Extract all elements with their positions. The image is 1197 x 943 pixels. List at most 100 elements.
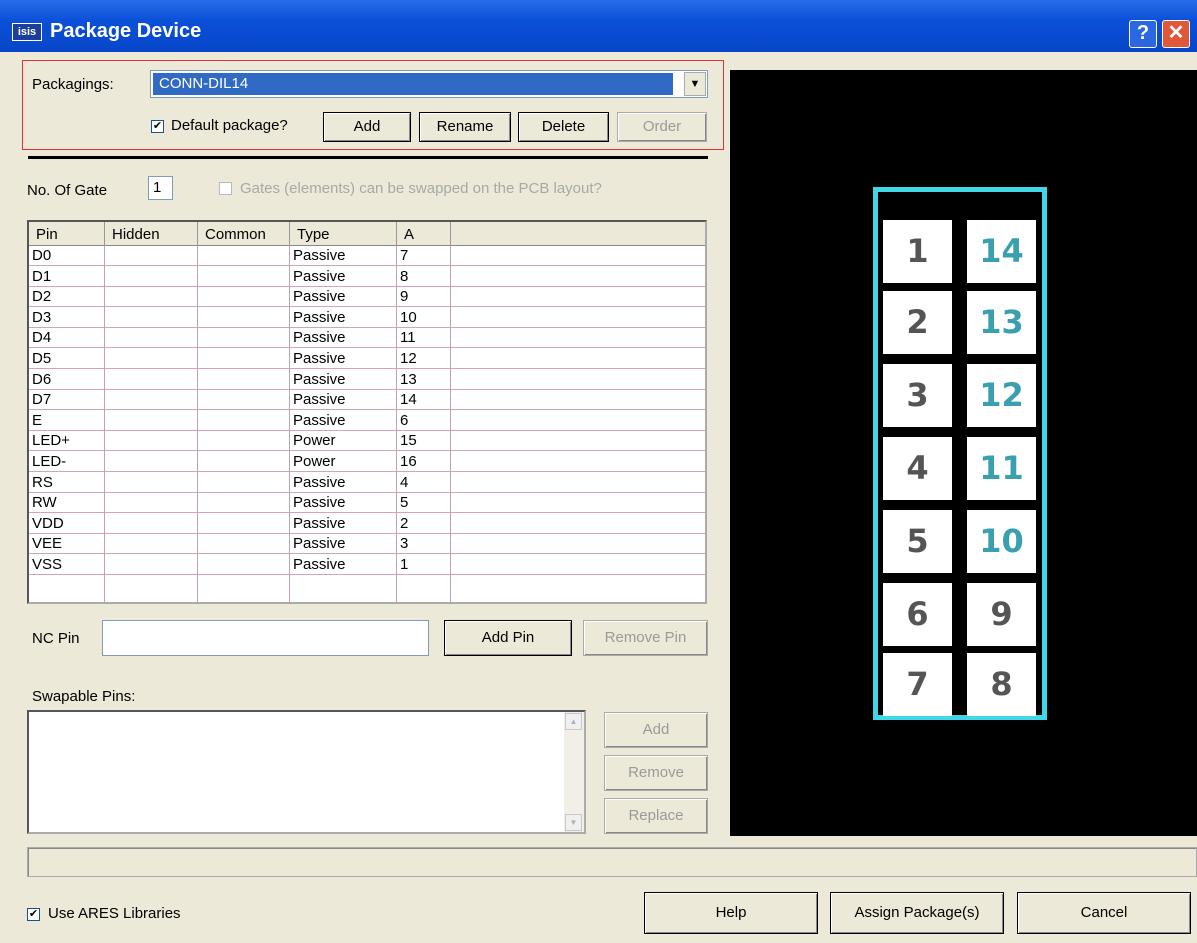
table-cell: [105, 431, 198, 452]
column-type[interactable]: Type: [290, 222, 397, 246]
table-cell: [105, 390, 198, 411]
table-row[interactable]: RW Passive 5: [29, 493, 705, 514]
table-cell-a: 6: [397, 410, 451, 431]
gate-count-input[interactable]: 1: [148, 176, 173, 200]
table-row[interactable]: D0 Passive 7: [29, 246, 705, 266]
column-a[interactable]: A: [397, 222, 451, 246]
column-hidden[interactable]: Hidden: [105, 222, 198, 246]
rename-package-button[interactable]: Rename: [419, 112, 511, 142]
table-row[interactable]: E Passive 6: [29, 410, 705, 431]
table-cell: [198, 266, 290, 287]
table-cell-type: Passive: [290, 246, 397, 266]
table-row[interactable]: VSS Passive 1: [29, 555, 705, 575]
swap-add-button[interactable]: Add: [604, 712, 708, 748]
close-icon[interactable]: ✕: [1162, 20, 1190, 48]
table-cell: [105, 513, 198, 534]
cancel-button[interactable]: Cancel: [1017, 892, 1191, 934]
help-button[interactable]: Help: [644, 892, 818, 934]
table-cell: [105, 349, 198, 369]
table-cell: [105, 493, 198, 514]
pad: 12: [967, 364, 1036, 427]
table-cell-type: Passive: [290, 287, 397, 308]
table-cell-pin: D1: [29, 266, 105, 287]
table-cell: [105, 452, 198, 472]
pad: 11: [967, 437, 1036, 500]
pad-number: 12: [979, 376, 1024, 414]
table-cell: [198, 328, 290, 349]
pad-number: 2: [906, 303, 929, 341]
pad-number: 6: [906, 595, 929, 633]
order-package-button[interactable]: Order: [617, 112, 707, 142]
window-title: Package Device: [50, 20, 202, 42]
table-cell-pin: E: [29, 410, 105, 431]
table-cell-a: 8: [397, 266, 451, 287]
table-row[interactable]: LED- Power 16: [29, 452, 705, 472]
table-cell-type: Passive: [290, 513, 397, 534]
nc-pin-label: NC Pin: [32, 630, 80, 647]
table-cell-pin: LED+: [29, 431, 105, 452]
pad: 8: [967, 653, 1036, 716]
assign-package-button[interactable]: Assign Package(s): [830, 892, 1004, 934]
remove-pin-button[interactable]: Remove Pin: [583, 620, 708, 656]
table-row[interactable]: LED+ Power 15: [29, 431, 705, 452]
table-cell: [198, 246, 290, 266]
table-cell-a: 14: [397, 390, 451, 411]
column-pin[interactable]: Pin: [29, 222, 105, 246]
app-logo-icon: isis: [12, 23, 42, 41]
swap-remove-button[interactable]: Remove: [604, 755, 708, 791]
pad: 9: [967, 583, 1036, 646]
add-pin-button[interactable]: Add Pin: [444, 620, 572, 656]
scroll-down-icon[interactable]: ▼: [565, 814, 582, 831]
chevron-down-icon[interactable]: ▼: [684, 72, 706, 96]
scrollbar[interactable]: ▲ ▼: [564, 712, 584, 832]
table-cell-a: 5: [397, 493, 451, 514]
table-cell: [105, 369, 198, 390]
gates-swappable-checkbox[interactable]: [219, 182, 232, 195]
table-row[interactable]: D1 Passive 8: [29, 266, 705, 287]
nc-pin-input[interactable]: [102, 620, 429, 656]
pad: 3: [883, 364, 952, 427]
table-cell-a: 11: [397, 328, 451, 349]
pad: 2: [883, 291, 952, 354]
table-cell-pin: D7: [29, 390, 105, 411]
delete-package-button[interactable]: Delete: [518, 112, 609, 142]
swapable-pins-label: Swapable Pins:: [32, 688, 136, 705]
pad-number: 13: [979, 303, 1024, 341]
column-common[interactable]: Common: [198, 222, 290, 246]
table-cell-pin: VEE: [29, 534, 105, 555]
table-row[interactable]: D2 Passive 9: [29, 287, 705, 308]
table-cell: [198, 555, 290, 575]
table-row[interactable]: VDD Passive 2: [29, 513, 705, 534]
table-cell: [198, 287, 290, 308]
status-bar: [27, 847, 1197, 877]
table-row[interactable]: D3 Passive 10: [29, 307, 705, 328]
use-ares-checkbox[interactable]: ✔: [27, 908, 40, 921]
table-cell: [105, 287, 198, 308]
table-row[interactable]: D4 Passive 11: [29, 328, 705, 349]
table-row[interactable]: D6 Passive 13: [29, 369, 705, 390]
table-row[interactable]: D5 Passive 12: [29, 349, 705, 369]
table-cell-type: Passive: [290, 534, 397, 555]
table-row[interactable]: VEE Passive 3: [29, 534, 705, 555]
package-preview: 1 14 2 13 3 12 4 11 5 10 6 9 7 8: [730, 70, 1197, 836]
add-package-button[interactable]: Add: [323, 112, 411, 142]
pad-number: 10: [979, 522, 1024, 560]
swap-replace-button[interactable]: Replace: [604, 798, 708, 834]
table-cell-a: 12: [397, 349, 451, 369]
table-cell-type: Power: [290, 431, 397, 452]
scroll-up-icon[interactable]: ▲: [565, 713, 582, 730]
default-package-checkbox[interactable]: ✔: [151, 120, 164, 133]
swapable-pins-list[interactable]: ▲ ▼: [27, 710, 586, 834]
pad-number: 5: [906, 522, 929, 560]
table-cell-a: 9: [397, 287, 451, 308]
packagings-select[interactable]: CONN-DIL14 ▼: [150, 70, 708, 98]
title-bar: isis Package Device ? ✕: [0, 0, 1197, 52]
table-cell: [198, 534, 290, 555]
table-cell: [198, 493, 290, 514]
table-row[interactable]: D7 Passive 14: [29, 390, 705, 411]
gates-swappable-label: Gates (elements) can be swapped on the P…: [240, 180, 602, 197]
table-row[interactable]: RS Passive 4: [29, 472, 705, 493]
pin-table-header: Pin Hidden Common Type A: [29, 222, 705, 246]
help-icon[interactable]: ?: [1129, 20, 1157, 48]
pad: 10: [967, 510, 1036, 573]
